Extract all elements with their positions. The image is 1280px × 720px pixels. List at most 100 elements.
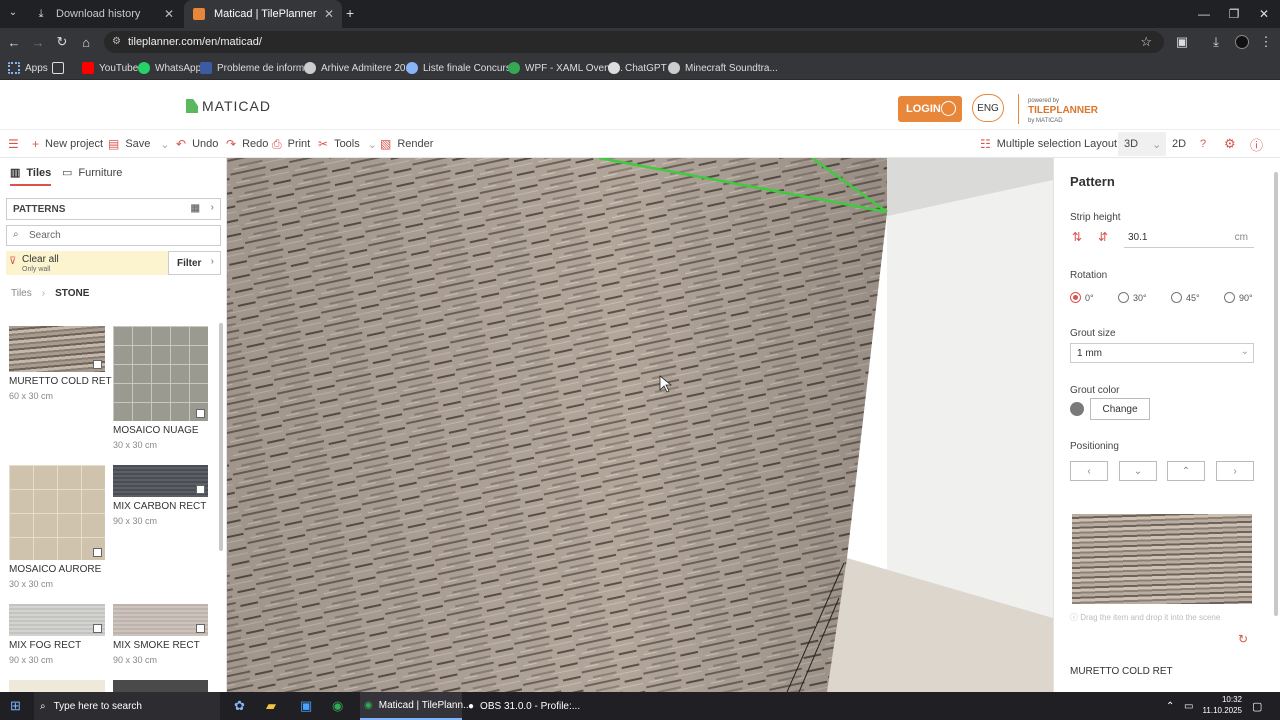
tab-download-history[interactable]: ⤓ Download history ✕: [26, 0, 182, 28]
file-explorer-icon[interactable]: ▰: [266, 696, 276, 716]
unit-label: cm: [1234, 232, 1248, 243]
tile-thumbnail[interactable]: [113, 680, 208, 692]
grout-size-label: Grout size: [1070, 328, 1116, 339]
position-left-button[interactable]: ‹: [1070, 461, 1108, 481]
address-bar[interactable]: ⚙ tileplanner.com/en/maticad/ ☆: [104, 31, 1164, 53]
change-color-button[interactable]: Change: [1090, 398, 1150, 420]
view-3d-button[interactable]: 3D ⌄: [1118, 132, 1166, 156]
network-icon[interactable]: ▭: [1184, 696, 1193, 716]
position-right-button[interactable]: ›: [1216, 461, 1254, 481]
panel-scrollbar[interactable]: [1274, 172, 1278, 616]
tile-card[interactable]: MIX FOG RECT 90 x 30 cm: [9, 604, 105, 665]
rotation-45-radio[interactable]: 45°: [1171, 292, 1200, 303]
bookmark-wpf[interactable]: WPF - XAML Overvi...: [508, 60, 623, 76]
tile-card[interactable]: MOSAICO NUAGE 30 x 30 cm: [113, 326, 208, 450]
settings-gear-icon[interactable]: ⚙: [1224, 136, 1236, 152]
chevron-down-icon[interactable]: ⌄: [1152, 138, 1161, 151]
tab-furniture[interactable]: ▭ Furniture: [62, 166, 122, 180]
position-up-button[interactable]: ⌃: [1167, 461, 1205, 481]
3d-viewport[interactable]: [227, 158, 1053, 692]
tiles-sidebar: ▥ Tiles ▭ Furniture PATTERNS ▦ › ⌕ Search ⊽ C…: [0, 158, 227, 692]
patterns-dropdown[interactable]: PATTERNS ▦ ›: [6, 198, 221, 220]
multiple-selection-button[interactable]: ☷ Multiple selection: [980, 136, 1081, 152]
strip-height-input[interactable]: 30.1 cm: [1124, 228, 1254, 248]
refresh-icon[interactable]: ↻: [1238, 632, 1248, 646]
rotation-30-radio[interactable]: 30°: [1118, 292, 1147, 303]
forward-icon[interactable]: →: [28, 32, 48, 52]
new-project-button[interactable]: + New project: [32, 136, 103, 152]
taskbar-clock[interactable]: 10:32 11.10.2025: [1203, 694, 1242, 718]
tile-card[interactable]: MURETTO COLD RET 60 x 30 cm: [9, 326, 112, 401]
tile-card[interactable]: MIX CARBON RECT 90 x 30 cm: [113, 465, 208, 526]
save-button[interactable]: ▤ Save ⌄: [108, 136, 170, 152]
taskbar-search[interactable]: ⌕ Type here to search: [34, 692, 220, 720]
close-icon[interactable]: ✕: [324, 7, 334, 21]
tab-tiles[interactable]: ▥ Tiles: [10, 166, 52, 186]
rotation-90-radio[interactable]: 90°: [1224, 292, 1253, 303]
bookmark-youtube[interactable]: YouTube: [82, 60, 138, 76]
taskbar-app-label: OBS 31.0.0 - Profile:...: [480, 700, 581, 712]
sort-down-icon[interactable]: ⇅: [1072, 230, 1082, 244]
render-button[interactable]: ▧ Render: [380, 136, 433, 152]
login-button[interactable]: LOGIN: [898, 96, 962, 122]
restore-icon[interactable]: ❐: [1218, 0, 1250, 28]
bookmark-whatsapp[interactable]: WhatsApp: [138, 60, 201, 76]
tile-thumbnail[interactable]: [9, 680, 105, 692]
back-icon[interactable]: ←: [4, 32, 24, 52]
print-button[interactable]: ⎙ Print: [272, 136, 310, 152]
redo-button[interactable]: ↷ Redo: [226, 136, 268, 152]
pattern-preview[interactable]: [1072, 514, 1252, 604]
sort-up-icon[interactable]: ⇵: [1098, 230, 1108, 244]
bookmark-minecraft[interactable]: Minecraft Soundtra...: [668, 60, 778, 76]
new-tab-button[interactable]: +: [346, 5, 354, 21]
notifications-icon[interactable]: ▢: [1252, 696, 1262, 716]
profile-avatar[interactable]: [1235, 35, 1249, 49]
taskbar-app-tileplanner[interactable]: ◉ Maticad | TilePlann...: [360, 692, 471, 720]
store-icon[interactable]: ▣: [300, 696, 312, 716]
taskbar-app-obs[interactable]: ● OBS 31.0.0 - Profile:...: [468, 696, 580, 716]
breadcrumb-root[interactable]: Tiles: [11, 288, 32, 299]
bookmark-chatgpt[interactable]: ChatGPT: [608, 60, 667, 76]
copilot-icon[interactable]: ✿: [234, 696, 245, 716]
search-input[interactable]: ⌕ Search: [6, 225, 221, 246]
search-icon: ⌕: [40, 700, 46, 712]
undo-button[interactable]: ↶ Undo: [176, 136, 218, 152]
filter-button[interactable]: Filter ›: [168, 251, 221, 275]
bookmark-liste[interactable]: Liste finale Concurs...: [406, 60, 519, 76]
chrome-icon[interactable]: ◉: [332, 696, 343, 716]
tray-chevron-up-icon[interactable]: ⌃: [1166, 696, 1174, 716]
downloads-icon[interactable]: ⤓: [1206, 32, 1226, 52]
chevron-down-icon[interactable]: ⌄: [160, 138, 169, 151]
view-2d-button[interactable]: 2D: [1172, 136, 1186, 152]
bookmark-apps[interactable]: Apps: [8, 60, 48, 76]
maticad-logo[interactable]: MATICAD: [186, 98, 271, 114]
grout-size-select[interactable]: 1 mm ⌄: [1070, 343, 1254, 363]
tile-card[interactable]: MOSAICO AURORE 30 x 30 cm: [9, 465, 105, 589]
sidebar-scrollbar[interactable]: [219, 323, 223, 551]
windows-start-icon[interactable]: ⊞: [10, 696, 21, 716]
home-icon[interactable]: ⌂: [76, 32, 96, 52]
site-info-icon[interactable]: ⚙: [112, 36, 121, 47]
position-down-button[interactable]: ⌄: [1119, 461, 1157, 481]
info-icon[interactable]: ⓘ: [1250, 136, 1263, 153]
bookmark-star-icon[interactable]: ☆: [1140, 34, 1152, 50]
layout-button[interactable]: Layout: [1084, 136, 1117, 152]
extensions-icon[interactable]: ▣: [1172, 32, 1192, 52]
bookmark-grid[interactable]: [52, 60, 69, 76]
tab-tileplanner[interactable]: Maticad | TilePlanner ✕: [184, 0, 342, 28]
bookmark-arhive[interactable]: Arhive Admitere 20...: [304, 60, 414, 76]
reload-icon[interactable]: ↻: [52, 32, 72, 52]
bookmark-probleme[interactable]: Probleme de inform...: [200, 60, 313, 76]
language-button[interactable]: ENG: [972, 94, 1004, 122]
menu-icon[interactable]: ⋮: [1256, 32, 1276, 52]
tile-card[interactable]: MIX SMOKE RECT 90 x 30 cm: [113, 604, 208, 665]
tab-list-button[interactable]: ⌄: [6, 7, 20, 21]
tools-button[interactable]: ✂ Tools ⌄: [318, 136, 377, 152]
radio-icon: [1224, 292, 1235, 303]
minimize-icon[interactable]: —: [1188, 0, 1220, 28]
rotation-0-radio[interactable]: 0°: [1070, 292, 1094, 303]
close-icon[interactable]: ✕: [164, 7, 174, 21]
hamburger-menu-icon[interactable]: ☰: [8, 136, 25, 152]
close-window-icon[interactable]: ✕: [1248, 0, 1280, 28]
help-button[interactable]: ?: [1200, 136, 1206, 152]
